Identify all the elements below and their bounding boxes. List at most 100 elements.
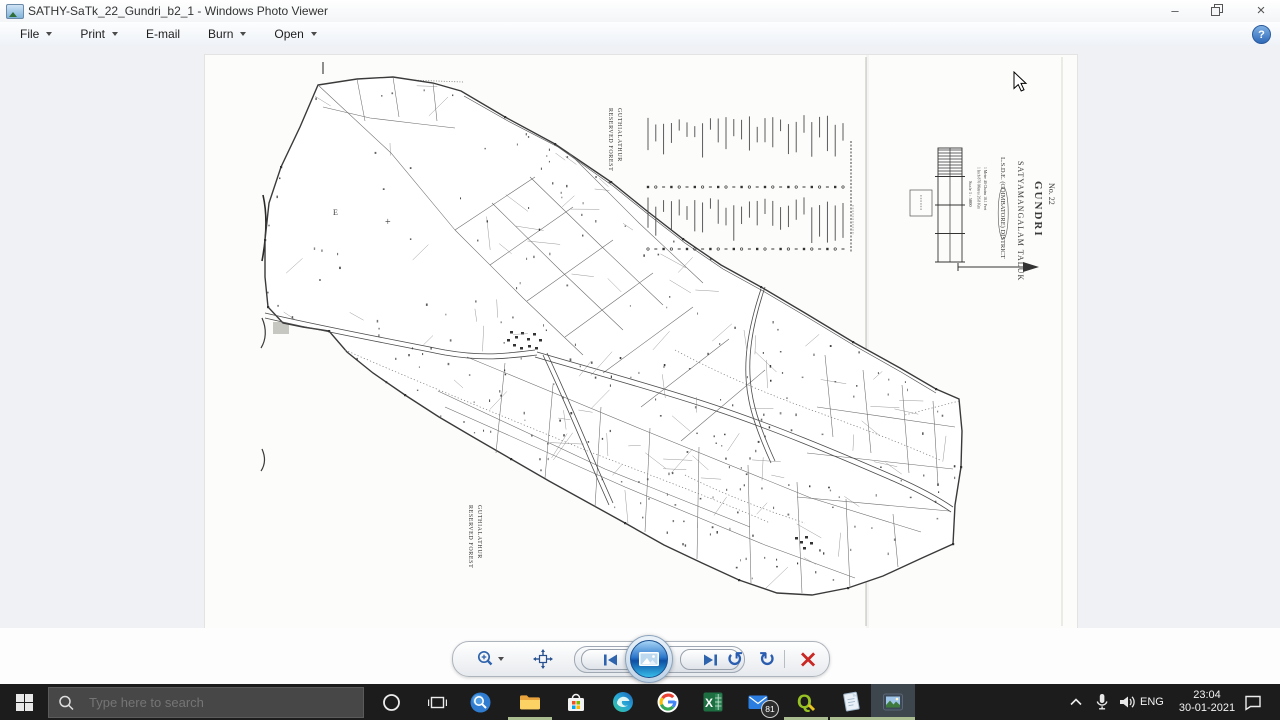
help-button[interactable]: ? bbox=[1252, 25, 1271, 44]
close-button[interactable]: × bbox=[1244, 0, 1278, 21]
taskbar-app-notes[interactable] bbox=[830, 684, 874, 720]
restore-icon bbox=[1211, 4, 1224, 17]
taskbar-app-edge[interactable] bbox=[601, 684, 645, 720]
cortana-button[interactable] bbox=[378, 684, 404, 720]
region-letter: E bbox=[333, 208, 338, 217]
next-icon bbox=[701, 653, 719, 667]
forest-label-bottom: GUTHIALATHUR RESERVED FOREST bbox=[467, 505, 482, 568]
zoom-button[interactable] bbox=[471, 647, 509, 671]
district-name: L.S.D.E. (COIMBATORE) DISTRICT bbox=[999, 157, 1006, 259]
taskbar-app-google[interactable] bbox=[646, 684, 690, 720]
app-icon bbox=[6, 4, 24, 19]
photo-viewer-icon bbox=[881, 690, 905, 714]
tray-date: 30-01-2021 bbox=[1179, 702, 1235, 715]
taskbar-app-file-explorer[interactable] bbox=[508, 684, 552, 720]
taskbar-app-qgis[interactable]: Q bbox=[784, 684, 828, 720]
menu-bar: File Print E-mail Burn Open ? bbox=[0, 22, 1280, 47]
delete-button[interactable]: × bbox=[793, 646, 823, 672]
taskbar-app-excel[interactable]: X bbox=[691, 684, 735, 720]
scale-bar bbox=[935, 148, 965, 262]
title-bar: SATHY-SaTk_22_Gundri_b2_1 - Windows Phot… bbox=[0, 0, 1280, 23]
chevron-down-icon bbox=[112, 32, 118, 36]
window-title: SATHY-SaTk_22_Gundri_b2_1 - Windows Phot… bbox=[28, 4, 328, 18]
reference-box bbox=[910, 190, 932, 216]
map-legend bbox=[647, 115, 851, 253]
chevron-down-icon bbox=[311, 32, 317, 36]
edge-icon bbox=[611, 690, 635, 714]
menu-email[interactable]: E-mail bbox=[132, 22, 194, 46]
taskbar: X 81 Q bbox=[0, 684, 1280, 720]
excel-icon: X bbox=[701, 690, 725, 714]
scale-note-2: 1 Inch 870 Metres 26.8 Km bbox=[977, 167, 981, 209]
restore-button[interactable] bbox=[1200, 0, 1234, 21]
rotate-cw-button[interactable]: ↻ bbox=[753, 646, 781, 672]
notes-icon bbox=[840, 690, 864, 714]
chevron-down-icon bbox=[46, 32, 52, 36]
speaker-icon bbox=[1117, 692, 1137, 712]
svg-text:RESERVED FOREST: RESERVED FOREST bbox=[467, 505, 473, 568]
slideshow-button[interactable] bbox=[625, 635, 673, 683]
menu-open[interactable]: Open bbox=[260, 22, 330, 46]
qgis-icon: Q bbox=[794, 690, 818, 714]
chevron-down-icon bbox=[498, 657, 504, 661]
svg-text:GUTHIALATHUR: GUTHIALATHUR bbox=[616, 108, 622, 162]
file-explorer-icon bbox=[518, 690, 542, 714]
rotate-ccw-icon: ↺ bbox=[727, 647, 744, 671]
village-name: GUNDRI bbox=[1032, 181, 1044, 238]
photo-page: E + GUTHIALATHUR RESERVED FOREST GUTHIAL… bbox=[205, 55, 1077, 628]
actual-size-icon bbox=[533, 649, 553, 669]
cortana-icon bbox=[382, 693, 401, 712]
svg-text:GUTHIALATHUR: GUTHIALATHUR bbox=[476, 505, 482, 559]
taskbar-search[interactable] bbox=[48, 687, 364, 718]
menu-file[interactable]: File bbox=[6, 22, 66, 46]
north-arrow bbox=[958, 262, 1039, 272]
minimize-button[interactable]: – bbox=[1158, 0, 1192, 21]
rotate-ccw-button[interactable]: ↺ bbox=[721, 646, 749, 672]
taskbar-app-search[interactable] bbox=[458, 684, 502, 720]
tray-clock[interactable]: 23:04 30-01-2021 bbox=[1178, 684, 1236, 720]
task-view-icon bbox=[428, 694, 447, 711]
forest-label-top: GUTHIALATHUR RESERVED FOREST bbox=[607, 108, 622, 171]
notification-icon bbox=[1243, 693, 1263, 711]
mail-badge: 81 bbox=[761, 700, 779, 718]
svg-text:+: + bbox=[385, 217, 391, 228]
scale-text: Scale 1 : 5000 bbox=[968, 181, 973, 207]
task-view-button[interactable] bbox=[424, 684, 450, 720]
viewer-canvas: E + GUTHIALATHUR RESERVED FOREST GUTHIAL… bbox=[0, 46, 1280, 628]
action-center-button[interactable] bbox=[1238, 684, 1268, 720]
map-title-block: No. 22 GUNDRI SATYAMANGALAM TALUK L.S.D.… bbox=[853, 148, 1056, 281]
scale-note-1: 1 Metre 40 Chains 10.1 Feet bbox=[983, 167, 987, 211]
taskbar-app-photo-viewer[interactable] bbox=[871, 684, 915, 720]
tray-microphone-button[interactable] bbox=[1090, 684, 1114, 720]
magnifier-icon bbox=[476, 649, 498, 669]
taskbar-app-store[interactable] bbox=[554, 684, 598, 720]
svg-text:Q: Q bbox=[797, 692, 812, 713]
tray-language[interactable]: ENG bbox=[1140, 684, 1164, 720]
microphone-icon bbox=[1092, 692, 1112, 712]
previous-icon bbox=[602, 653, 620, 667]
chevron-down-icon bbox=[240, 32, 246, 36]
menu-burn[interactable]: Burn bbox=[194, 22, 260, 46]
tray-volume-button[interactable] bbox=[1114, 684, 1140, 720]
chevron-up-icon bbox=[1066, 694, 1086, 710]
start-button[interactable] bbox=[0, 684, 48, 720]
cadastral-map-image: E + GUTHIALATHUR RESERVED FOREST GUTHIAL… bbox=[205, 55, 1077, 628]
picture-icon bbox=[639, 652, 659, 666]
actual-size-button[interactable] bbox=[528, 647, 558, 671]
mouse-cursor bbox=[1013, 71, 1029, 98]
microsoft-store-icon bbox=[564, 690, 588, 714]
google-icon bbox=[656, 690, 680, 714]
search-input[interactable] bbox=[87, 694, 341, 711]
svg-text:X: X bbox=[705, 696, 713, 710]
windows-logo-icon bbox=[16, 694, 33, 711]
search-app-icon bbox=[469, 691, 492, 714]
tray-chevron-button[interactable] bbox=[1064, 684, 1088, 720]
taskbar-app-mail[interactable]: 81 bbox=[736, 684, 780, 720]
svg-text:RESERVED FOREST: RESERVED FOREST bbox=[607, 108, 613, 171]
photo-viewer-toolbar: ↺ ↻ × bbox=[452, 641, 830, 677]
search-icon bbox=[57, 694, 87, 712]
menu-print[interactable]: Print bbox=[66, 22, 132, 46]
toolbar-separator bbox=[784, 650, 785, 668]
sheet-number: No. 22 bbox=[1047, 183, 1056, 205]
rotate-cw-icon: ↻ bbox=[759, 647, 776, 671]
